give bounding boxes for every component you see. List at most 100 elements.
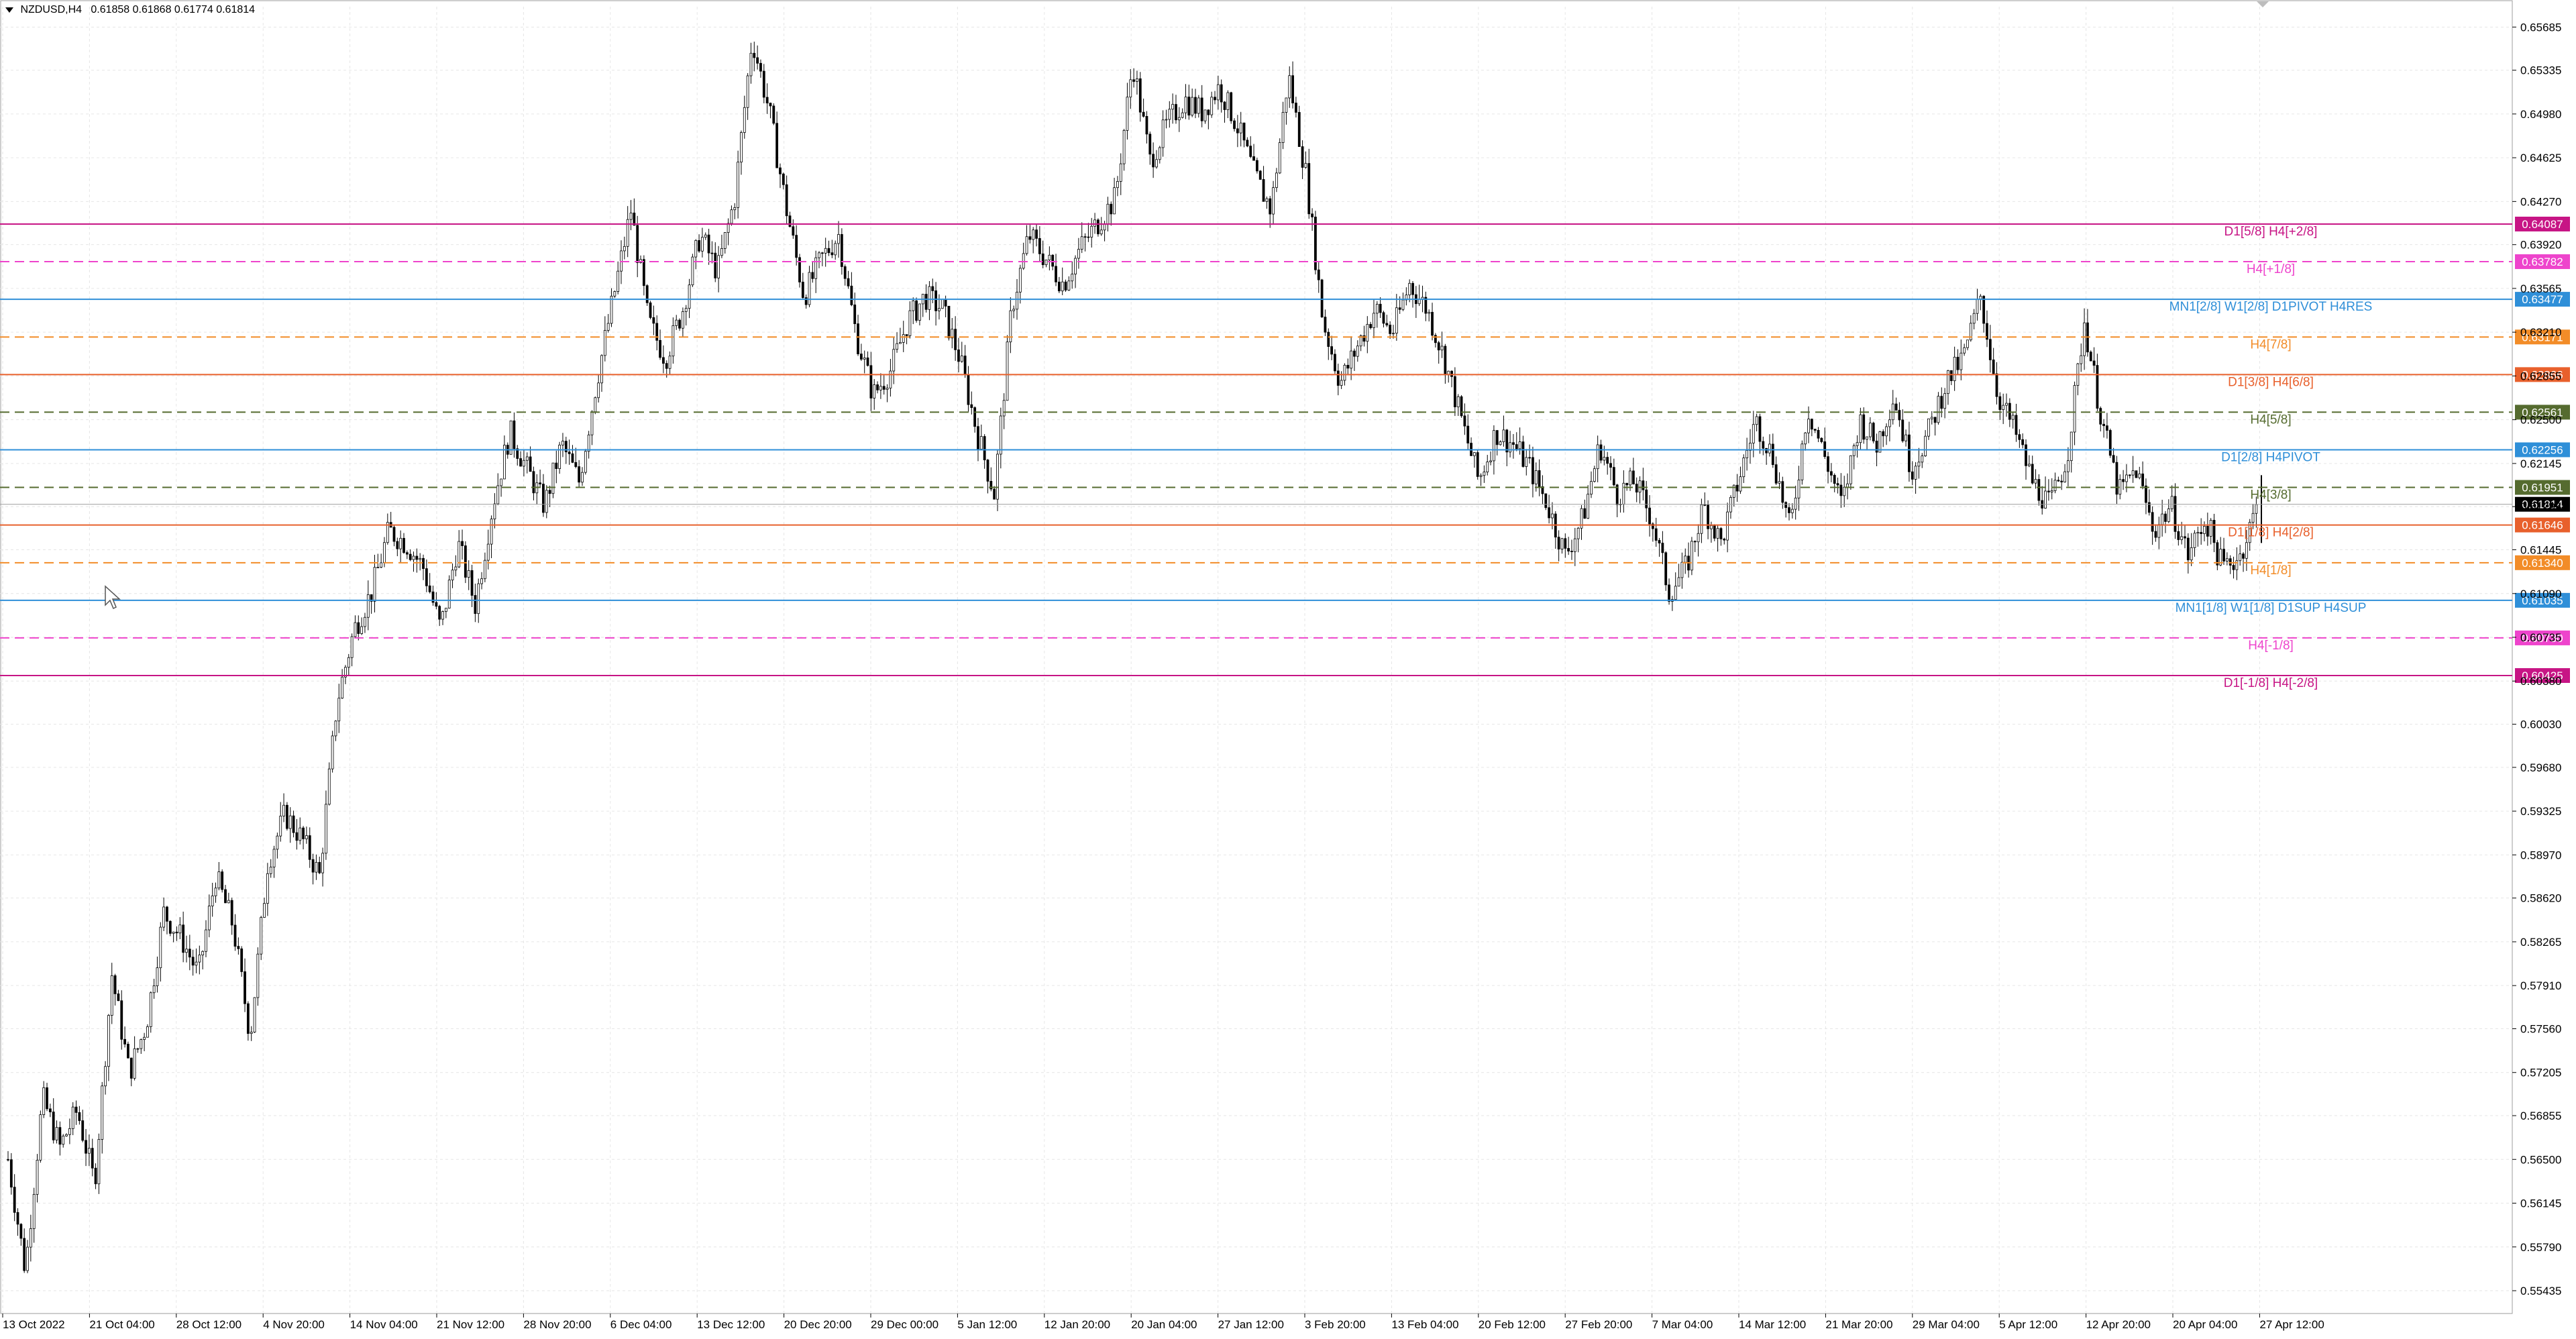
candle	[42, 1081, 46, 1118]
candle-body	[1200, 97, 1203, 121]
candle	[590, 410, 594, 445]
level-11: H4[-1/8]0.60730	[0, 630, 2570, 653]
candle-body	[1181, 112, 1184, 118]
level-label: D1[3/8] H4[6/8]	[2228, 375, 2314, 389]
candle-body	[123, 1038, 126, 1045]
candle	[1723, 537, 1726, 545]
candle	[1424, 291, 1428, 321]
candle	[1684, 548, 1687, 574]
candle	[496, 473, 500, 506]
candle-body	[1177, 117, 1181, 121]
candle-body	[325, 804, 327, 854]
candle-body	[1214, 97, 1216, 101]
candle-body	[1596, 444, 1599, 470]
candle	[1366, 316, 1369, 354]
candle-body	[2209, 520, 2212, 537]
candle	[36, 1154, 39, 1203]
x-tick-label: 20 Feb 12:00	[1479, 1318, 1546, 1331]
candle-body	[1301, 146, 1304, 168]
candle	[519, 451, 522, 467]
candle-body	[1573, 538, 1576, 552]
candle-body	[1450, 370, 1453, 377]
candle-body	[2135, 470, 2138, 478]
candle-body	[1444, 345, 1447, 376]
candle	[947, 305, 951, 341]
candle-body	[756, 57, 759, 64]
candle-body	[58, 1127, 62, 1145]
candle	[1631, 458, 1635, 485]
candle	[824, 237, 827, 267]
candle-body	[2161, 513, 2164, 525]
candle	[201, 950, 205, 970]
level-price-tag-text: 0.63477	[2522, 293, 2563, 306]
candle	[1405, 287, 1408, 306]
candle	[1713, 524, 1716, 541]
candle-body	[584, 451, 587, 473]
candle	[71, 1102, 74, 1136]
candle	[2131, 456, 2135, 483]
candle-body	[873, 384, 876, 398]
shift-marker-icon[interactable]	[2257, 1, 2269, 7]
candle-body	[7, 1159, 9, 1161]
candle-body	[1684, 555, 1687, 563]
candle-body	[1917, 462, 1921, 467]
candle-body	[373, 567, 376, 602]
candle-body	[2031, 464, 2034, 484]
candle	[737, 150, 740, 219]
candle	[127, 1041, 129, 1059]
candle	[1258, 170, 1262, 180]
candle-body	[1668, 584, 1670, 602]
candle	[600, 354, 603, 392]
candle	[221, 869, 224, 893]
candle-body	[1843, 486, 1846, 496]
candle-body	[1097, 219, 1099, 235]
candle	[808, 266, 811, 308]
candle	[1911, 461, 1914, 486]
candle-body	[1784, 502, 1788, 508]
candle-body	[1988, 339, 1992, 360]
candle	[129, 1057, 133, 1087]
candle-body	[1155, 159, 1158, 168]
candle	[1548, 494, 1551, 524]
candle-body	[392, 527, 396, 542]
candle-body	[733, 207, 737, 211]
candle-body	[334, 720, 337, 737]
candle	[1898, 402, 1901, 427]
candle	[2145, 478, 2147, 515]
candle	[1126, 83, 1129, 140]
candle	[366, 580, 370, 631]
candle	[879, 373, 882, 399]
candle-body	[217, 871, 221, 889]
price-chart[interactable]: D1[5/8] H4[+2/8] 0.64087 H4[+1/8] 0.63782 MN…	[0, 0, 2576, 1339]
candle-body	[1690, 541, 1693, 571]
chart-window[interactable]: D1[5/8] H4[+2/8] 0.64087 H4[+1/8] 0.63782 MN…	[0, 0, 2576, 1339]
candle-body	[1230, 92, 1233, 121]
candle	[2060, 474, 2063, 490]
candle	[788, 211, 792, 227]
candle-body	[1106, 203, 1110, 225]
candle	[2190, 533, 2193, 566]
candle-body	[1901, 419, 1904, 441]
candle	[1382, 311, 1385, 328]
candle-body	[1943, 393, 1947, 409]
candle	[422, 554, 425, 580]
candle-body	[1272, 187, 1275, 215]
level-label: D1[2/8] H4PIVOT	[2221, 450, 2320, 464]
candle	[1214, 91, 1216, 105]
candle	[140, 1038, 143, 1054]
candle-body	[195, 961, 198, 966]
candle-body	[532, 471, 535, 494]
candle-body	[1862, 414, 1866, 440]
candle-body	[1927, 418, 1930, 437]
candle-body	[2154, 531, 2157, 538]
candle	[1817, 427, 1820, 443]
candle	[2073, 381, 2076, 445]
candle-body	[1304, 163, 1307, 168]
candle	[1297, 105, 1301, 147]
y-tick-label: 0.61445	[2520, 544, 2561, 557]
dropdown-triangle-icon[interactable]	[5, 7, 13, 13]
candle	[655, 315, 659, 351]
candle-body	[918, 303, 921, 321]
candle	[360, 617, 364, 635]
candle-body	[366, 594, 370, 618]
